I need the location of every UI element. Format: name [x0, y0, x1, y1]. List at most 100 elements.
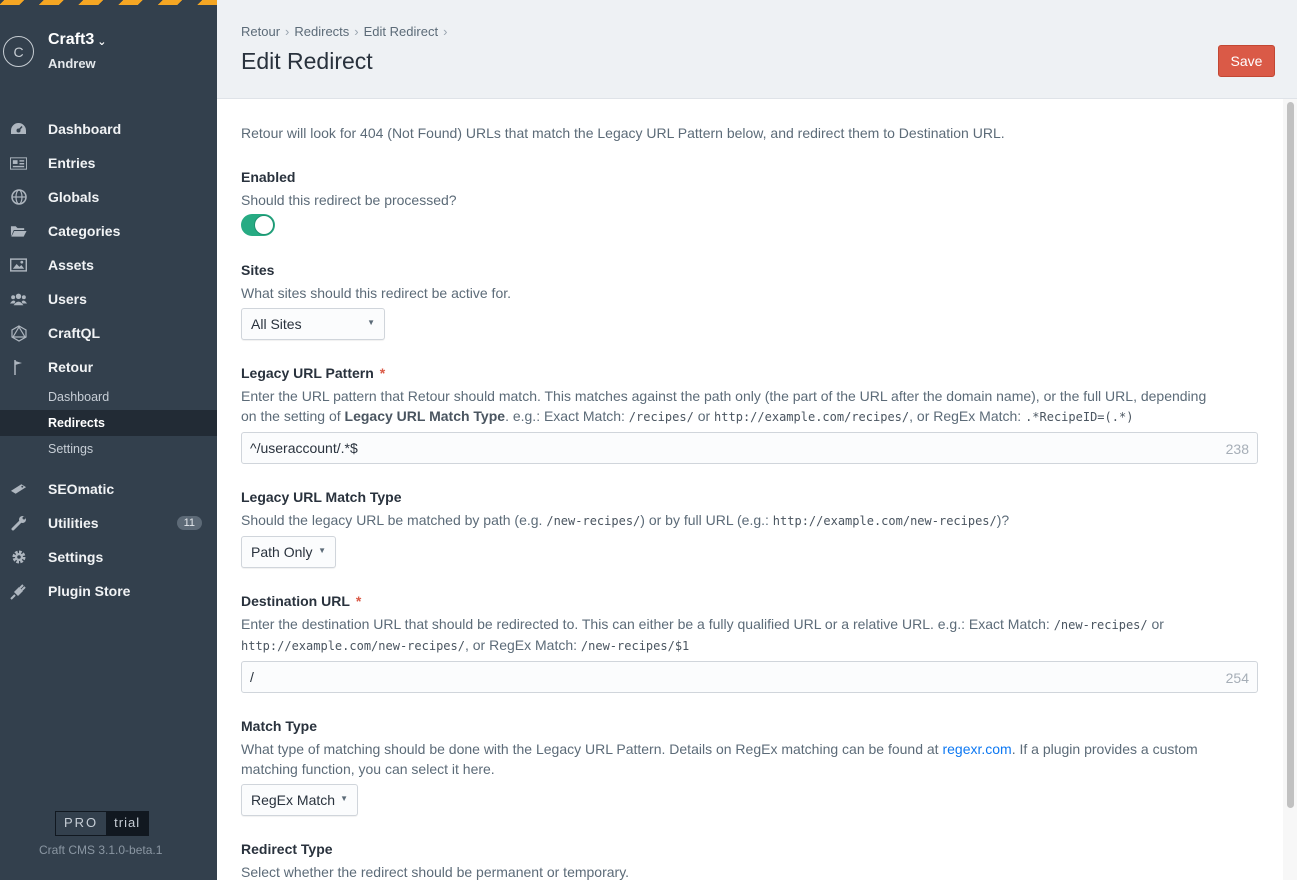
nav-item-settings[interactable]: Settings: [0, 540, 217, 574]
subnav-item-dashboard[interactable]: Dashboard: [0, 384, 217, 410]
graphql-icon: [10, 324, 27, 342]
nav-item-categories[interactable]: Categories: [0, 214, 217, 248]
legacy-url-label-text: Legacy URL Pattern: [241, 365, 374, 381]
nav-item-assets[interactable]: Assets: [0, 248, 217, 282]
nav-label: Users: [48, 291, 87, 307]
craft-version: Craft CMS 3.1.0-beta.1: [39, 843, 163, 857]
nav-item-dashboard[interactable]: Dashboard: [0, 112, 217, 146]
users-icon: [10, 291, 27, 307]
instructions-line: Enter the URL pattern that Retour should…: [241, 388, 1207, 404]
text: Should the legacy URL be matched by path…: [241, 512, 547, 528]
image-icon: [10, 257, 27, 273]
sites-label: Sites: [241, 262, 275, 278]
nav-label: SEOmatic: [48, 481, 115, 497]
nav-item-plugin-store[interactable]: Plugin Store: [0, 574, 217, 608]
sidebar: C Craft3 ⌄ Andrew Dashboard Entries Glob…: [0, 0, 217, 880]
sites-instructions: What sites should this redirect be activ…: [241, 285, 512, 301]
breadcrumb-item[interactable]: Edit Redirect: [364, 24, 438, 39]
trial-warning-stripes: [0, 0, 217, 5]
text: . e.g.: Exact Match:: [505, 408, 629, 424]
nav-item-utilities[interactable]: Utilities 11: [0, 506, 217, 540]
nav-item-seomatic[interactable]: SEOmatic: [0, 472, 217, 506]
text: or: [693, 408, 715, 424]
text: )?: [996, 512, 1010, 528]
code-sample: http://example.com/recipes/: [714, 410, 910, 424]
flag-icon: [10, 359, 27, 375]
utilities-badge: 11: [176, 516, 202, 530]
legacy-match-type-label: Legacy URL Match Type: [241, 489, 402, 505]
legacy-url-input[interactable]: ^/useraccount/.*$ 238: [241, 432, 1258, 464]
breadcrumb-item[interactable]: Retour: [241, 24, 280, 39]
save-button[interactable]: Save: [1218, 45, 1275, 77]
text: . If a plugin provides a custom: [1011, 741, 1198, 757]
select-value: Path Only: [251, 544, 313, 560]
nav-item-retour[interactable]: Retour: [0, 350, 217, 384]
text: , or RegEx Match:: [464, 637, 581, 653]
breadcrumb-item[interactable]: Redirects: [294, 24, 349, 39]
page-header: Retour › Redirects › Edit Redirect › Edi…: [217, 0, 1297, 99]
nav-label: Retour: [48, 359, 94, 375]
match-type-select[interactable]: RegEx Match ▼: [241, 784, 358, 816]
sites-select[interactable]: All Sites ▼: [241, 308, 385, 340]
match-type-instructions: What type of matching should be done wit…: [241, 739, 1251, 779]
legacy-url-label: Legacy URL Pattern *: [241, 365, 385, 381]
nav-item-entries[interactable]: Entries: [0, 146, 217, 180]
nav-label: Categories: [48, 223, 121, 239]
edition-badge[interactable]: PRO trial: [55, 811, 150, 836]
code-sample: /new-recipes/: [1053, 618, 1148, 632]
gear-icon: [10, 549, 27, 565]
enabled-toggle[interactable]: [241, 214, 275, 236]
nav-label: Utilities: [48, 515, 99, 531]
destination-url-instructions: Enter the destination URL that should be…: [241, 614, 1251, 656]
destination-url-label: Destination URL *: [241, 593, 361, 609]
enabled-instructions: Should this redirect be processed?: [241, 192, 457, 208]
legacy-match-type-instructions: Should the legacy URL be matched by path…: [241, 510, 1251, 531]
chevron-down-icon: ⌄: [97, 35, 107, 48]
intro-text: Retour will look for 404 (Not Found) URL…: [241, 125, 1005, 141]
code-sample: http://example.com/new-recipes/: [772, 514, 997, 528]
enabled-label: Enabled: [241, 169, 296, 185]
toggle-knob: [254, 215, 274, 235]
site-logo[interactable]: C: [3, 36, 34, 67]
required-indicator: *: [379, 365, 386, 381]
destination-url-input[interactable]: / 254: [241, 661, 1258, 693]
subnav-item-settings[interactable]: Settings: [0, 436, 217, 462]
nav-item-users[interactable]: Users: [0, 282, 217, 316]
chevron-down-icon: ▼: [367, 318, 375, 327]
text: on the setting of: [241, 408, 345, 424]
chars-remaining: 254: [1225, 670, 1249, 686]
instructions-line: on the setting of Legacy URL Match Type.…: [241, 406, 1251, 427]
breadcrumb-separator: ›: [285, 24, 290, 39]
required-indicator: *: [355, 593, 362, 609]
globe-icon: [10, 189, 27, 205]
text-bold: Legacy URL Match Type: [344, 408, 506, 424]
user-name[interactable]: Andrew: [48, 56, 96, 71]
site-switcher[interactable]: Craft3 ⌄: [48, 31, 106, 49]
regexr-link[interactable]: regexr.com: [942, 741, 1011, 757]
nav-item-craftql[interactable]: CraftQL: [0, 316, 217, 350]
nav-item-globals[interactable]: Globals: [0, 180, 217, 214]
instructions-line: Enter the destination URL that should be…: [241, 614, 1251, 635]
legacy-url-instructions: Enter the URL pattern that Retour should…: [241, 386, 1251, 427]
match-type-label: Match Type: [241, 718, 317, 734]
code-sample: .*RecipeID=(.*): [1025, 410, 1134, 424]
scrollbar[interactable]: [1283, 99, 1297, 880]
destination-url-label-text: Destination URL: [241, 593, 350, 609]
nav-label: Assets: [48, 257, 94, 273]
text: or: [1147, 616, 1164, 632]
subnav-item-redirects[interactable]: Redirects: [0, 410, 217, 436]
subnav-label: Redirects: [48, 416, 105, 430]
scrollbar-thumb[interactable]: [1287, 102, 1294, 808]
select-value: All Sites: [251, 316, 302, 332]
select-value: RegEx Match: [251, 792, 336, 808]
breadcrumb: Retour › Redirects › Edit Redirect ›: [241, 24, 447, 39]
instructions-line: matching function, you can select it her…: [241, 761, 495, 777]
legacy-match-type-select[interactable]: Path Only ▼: [241, 536, 336, 568]
subnav-label: Dashboard: [48, 390, 110, 404]
edition-status: trial: [106, 812, 149, 835]
nav-label: Settings: [48, 549, 104, 565]
site-name: Craft3: [48, 31, 95, 48]
text: Enter the destination URL that should be…: [241, 616, 1054, 632]
instructions-line: What type of matching should be done wit…: [241, 739, 1251, 759]
nav-label: Dashboard: [48, 121, 122, 137]
